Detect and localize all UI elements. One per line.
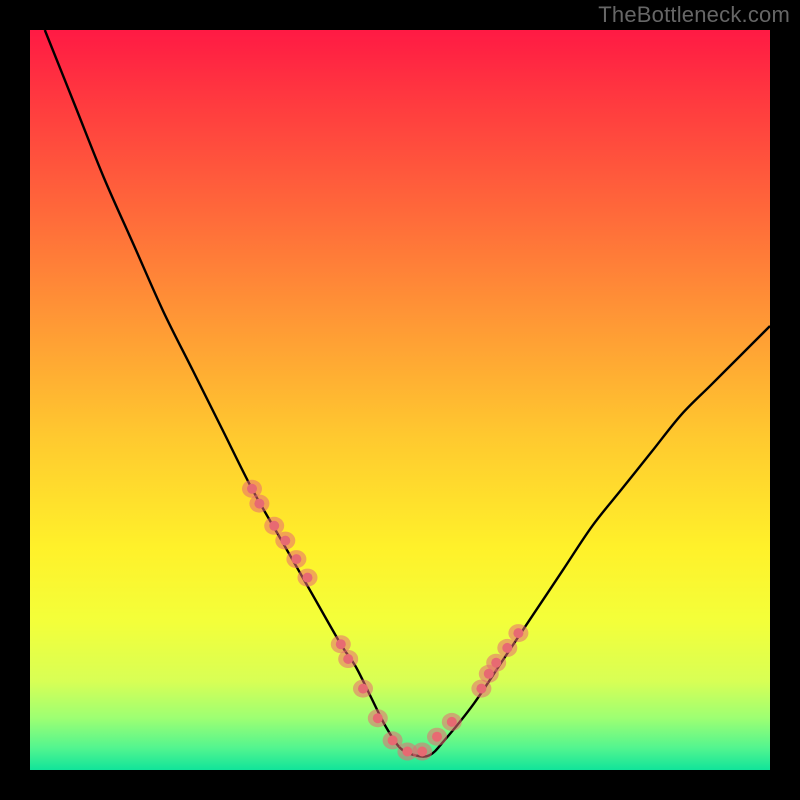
marker-point-core (402, 747, 412, 757)
marker-group (242, 480, 528, 761)
marker-point-core (358, 684, 368, 694)
chart-svg (30, 30, 770, 770)
marker-point-core (491, 658, 501, 668)
marker-point-core (417, 747, 427, 757)
marker-point-core (447, 717, 457, 727)
marker-point-core (513, 628, 523, 638)
marker-point-core (373, 713, 383, 723)
marker-point-core (291, 554, 301, 564)
marker-point-core (476, 684, 486, 694)
marker-point-core (280, 536, 290, 546)
marker-point-core (432, 732, 442, 742)
marker-point-core (343, 654, 353, 664)
marker-point-core (247, 484, 257, 494)
marker-point-core (502, 643, 512, 653)
marker-point-core (336, 639, 346, 649)
watermark-text: TheBottleneck.com (598, 2, 790, 28)
bottleneck-curve (45, 30, 770, 757)
marker-point-core (254, 499, 264, 509)
marker-point-core (303, 573, 313, 583)
marker-point-core (269, 521, 279, 531)
marker-point-core (388, 735, 398, 745)
